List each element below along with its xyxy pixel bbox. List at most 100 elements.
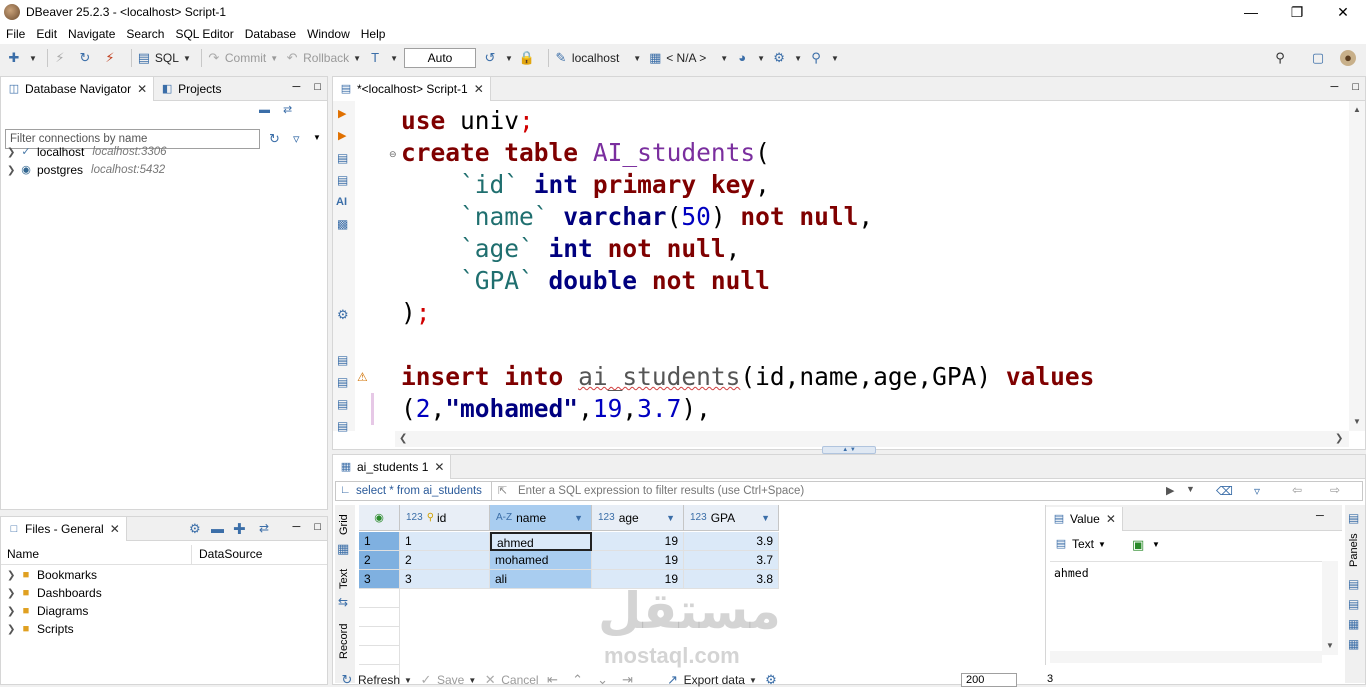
warning-icon[interactable]: ⚠ [357,370,368,384]
execute-in-new-tab-icon[interactable]: ▶ [338,129,346,142]
menu-sql-editor[interactable]: SQL Editor [175,27,233,41]
explain-plan-icon[interactable]: ▤ [337,173,348,187]
horizontal-scrollbar[interactable]: ❮ ❯ [395,431,1349,447]
panels-icon[interactable]: ▤ [1348,511,1359,525]
maximize-icon[interactable]: ❐ [1274,0,1320,24]
tree-item-postgres[interactable]: ❯ ◉ postgres localhost:5432 [7,161,165,179]
reconnect-button[interactable]: ↻ [77,47,96,69]
row-number[interactable]: 3 [359,570,400,589]
perspective-button[interactable]: ▢ [1310,47,1329,69]
vertical-scrollbar[interactable]: ▲ ▼ [1349,101,1365,431]
cell-id[interactable]: 1 [400,532,490,551]
sort-icon[interactable]: ▼ [574,513,583,523]
chevron-right-icon[interactable]: ❯ [7,570,19,581]
side-tab-record[interactable]: Record [338,624,350,659]
sort-icon[interactable]: ▼ [666,513,675,523]
new-connection-button[interactable]: ✚ ▼ [6,47,37,69]
execute-script-icon[interactable]: ▤ [337,151,348,165]
cell-name[interactable]: mohamed [490,551,592,570]
chevron-right-icon[interactable]: ❯ [7,147,19,158]
sql-editor-button[interactable]: ▤ SQL ▼ [136,47,191,69]
cell-id[interactable]: 3 [400,570,490,589]
lock-button[interactable]: 🔒 [519,47,538,69]
active-schema-select[interactable]: ▦ < N/A > ▼ [647,47,728,69]
filter-icon[interactable]: ▿ [1254,484,1260,498]
tree-item-diagrams[interactable]: ❯ ■ Diagrams [7,602,88,620]
menu-window[interactable]: Window [307,27,350,41]
column-name[interactable]: Name [7,547,39,561]
close-tab-icon[interactable]: ✕ [110,522,120,536]
metadata-icon[interactable]: ▤ [1348,597,1359,611]
tab-script-1[interactable]: ▤ *<localhost> Script-1 ✕ [333,76,491,101]
rollback-button[interactable]: ↶ Rollback ▼ [284,47,361,69]
export-icon[interactable]: ▤ [337,353,348,367]
calc-icon[interactable]: ▤ [1348,577,1359,591]
sort-icon[interactable]: ▼ [761,513,770,523]
disconnect-button[interactable]: ⚡ [102,47,121,69]
close-tab-icon[interactable]: ✕ [137,82,147,96]
text-view-icon[interactable]: ⇆ [338,595,348,609]
fold-icon[interactable]: ⊖ [389,149,397,160]
filter-dropdown-icon[interactable]: ▼ [313,133,321,142]
column-header-gpa[interactable]: 123 GPA ▼ [684,505,779,531]
save-dropdown-icon[interactable]: ▼ [1152,540,1160,549]
find-button[interactable]: ⚲ ▼ [808,47,839,69]
cell-name[interactable]: ali [490,570,592,589]
ai-assistant-icon[interactable]: AI [336,196,347,208]
search-button[interactable]: ⚲ [1272,47,1291,69]
side-tab-grid[interactable]: Grid [338,514,350,535]
collapse-all-icon[interactable]: ▬ [259,104,270,116]
auto-commit-field[interactable]: Auto [404,48,476,68]
chevron-right-icon[interactable]: ❯ [7,165,19,176]
execute-statement-icon[interactable]: ▶ [338,107,346,120]
minimize-icon[interactable]: — [1228,0,1274,24]
terminal-icon[interactable]: ▩ [337,217,348,231]
tab-projects[interactable]: ◧ Projects [154,77,227,101]
grouping-icon[interactable]: ▦ [1348,637,1359,651]
cell-gpa[interactable]: 3.9 [684,532,779,551]
outline-icon[interactable]: ▤ [337,419,348,433]
splitter-handle[interactable]: ▲ ▼ [822,446,876,454]
import-icon[interactable]: ▤ [337,375,348,389]
side-tab-text[interactable]: Text [338,569,350,589]
chevron-right-icon[interactable]: ❯ [7,606,19,617]
tree-item-scripts[interactable]: ❯ ■ Scripts [7,620,74,638]
menu-help[interactable]: Help [361,27,386,41]
link-icon[interactable]: ⇄ [259,521,269,535]
back-icon[interactable]: ⇦ [1292,483,1302,497]
forward-icon[interactable]: ⇨ [1330,483,1340,497]
commit-button[interactable]: ↷ Commit ▼ [206,47,278,69]
filter-history-icon[interactable]: ▼ [1186,484,1195,494]
row-number[interactable]: 1 [359,532,400,551]
maximize-panel-icon[interactable]: □ [314,81,321,93]
filter-expression-input[interactable]: Enter a SQL expression to filter results… [518,485,1158,497]
tab-files-general[interactable]: □ Files - General ✕ [1,516,127,541]
value-content[interactable]: ahmed [1050,561,1322,655]
close-tab-icon[interactable]: ✕ [1106,512,1116,526]
value-mode-select[interactable]: ▤ Text ▼ [1054,537,1106,551]
settings-icon[interactable]: ⚙ [337,307,349,323]
collapse-icon[interactable]: ▬ [211,521,224,536]
maximize-panel-icon[interactable]: □ [314,521,321,533]
column-header-id[interactable]: 123 ⚲ id [400,505,490,531]
chevron-right-icon[interactable]: ❯ [7,624,19,635]
settings-icon[interactable]: ⚙ [189,521,201,537]
format-icon[interactable]: ▤ [337,397,348,411]
close-icon[interactable]: ✕ [1320,0,1366,24]
minimize-panel-icon[interactable]: ─ [293,81,301,93]
connect-button[interactable]: ⚡ [52,47,71,69]
link-editor-icon[interactable]: ⇄ [283,103,292,116]
apply-filter-icon[interactable]: ▶ [1166,484,1174,497]
menu-search[interactable]: Search [126,27,164,41]
close-tab-icon[interactable]: ✕ [434,460,444,474]
column-datasource[interactable]: DataSource [199,547,262,561]
value-hscrollbar[interactable] [1050,651,1322,663]
cell-name[interactable]: ahmed [490,532,592,551]
minimize-panel-icon[interactable]: ─ [1316,510,1324,522]
cell-age[interactable]: 19 [592,532,684,551]
eraser-icon[interactable]: ⌫ [1216,484,1233,498]
save-value-icon[interactable]: ▣ [1132,537,1144,553]
minimize-panel-icon[interactable]: ─ [293,521,301,533]
chart-icon[interactable]: ▦ [1348,617,1359,631]
dashboard-button[interactable]: ◕ ▼ [734,47,765,69]
